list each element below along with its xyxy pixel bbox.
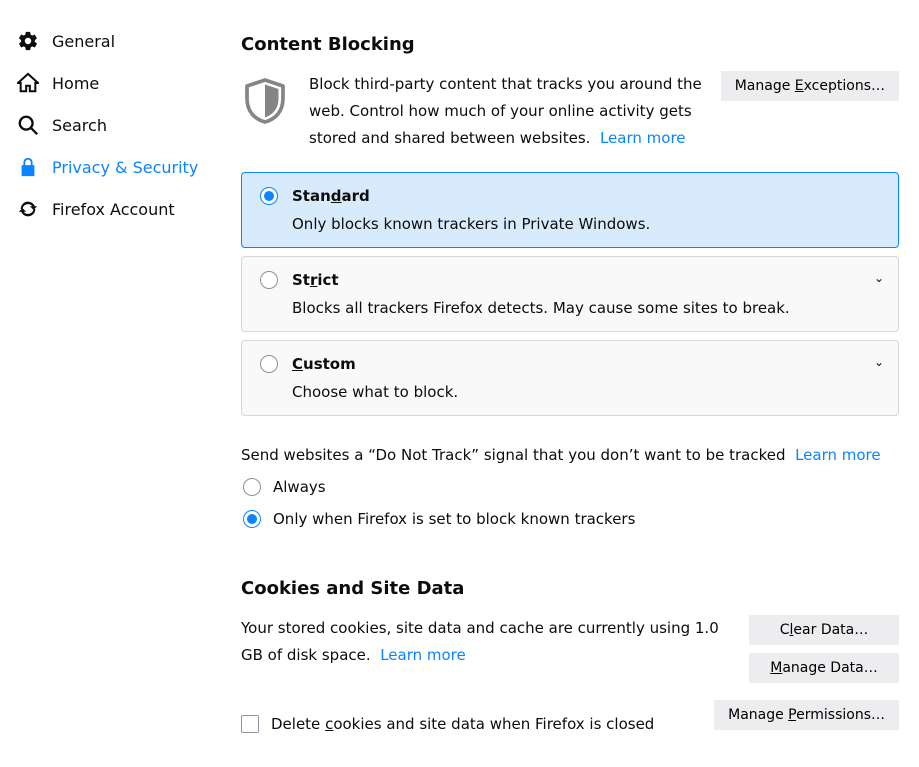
- dnt-option-label: Only when Firefox is set to block known …: [273, 510, 635, 528]
- search-icon: [16, 113, 40, 137]
- sidebar-item-search[interactable]: Search: [0, 104, 215, 146]
- do-not-track-section: Send websites a “Do Not Track” signal th…: [241, 446, 899, 528]
- cookies-description: Your stored cookies, site data and cache…: [241, 615, 729, 669]
- content-blocking-option-standard[interactable]: Standard Only blocks known trackers in Pr…: [241, 172, 899, 248]
- radio-icon[interactable]: [260, 271, 278, 289]
- sidebar-item-label: Privacy & Security: [52, 158, 198, 177]
- option-title: Custom: [292, 355, 356, 373]
- sidebar-item-label: Search: [52, 116, 107, 135]
- content-blocking-learn-more-link[interactable]: Learn more: [600, 129, 686, 147]
- dnt-description: Send websites a “Do Not Track” signal th…: [241, 446, 899, 464]
- cookies-site-data-section: Cookies and Site Data Your stored cookie…: [241, 578, 899, 733]
- dnt-learn-more-link[interactable]: Learn more: [795, 446, 881, 464]
- content-blocking-header: Block third-party content that tracks yo…: [241, 71, 899, 152]
- chevron-down-icon: ⌄: [874, 271, 884, 285]
- manage-permissions-button[interactable]: Manage Permissions…: [714, 700, 899, 730]
- cookies-learn-more-link[interactable]: Learn more: [380, 646, 466, 664]
- radio-icon[interactable]: [260, 187, 278, 205]
- content-blocking-option-strict[interactable]: Strict ⌄ Blocks all trackers Firefox detec…: [241, 256, 899, 332]
- cookies-title: Cookies and Site Data: [241, 578, 899, 599]
- radio-icon[interactable]: [243, 510, 261, 528]
- sidebar-item-label: Firefox Account: [52, 200, 175, 219]
- chevron-down-icon: ⌄: [874, 355, 884, 369]
- option-description: Only blocks known trackers in Private Wi…: [292, 215, 880, 233]
- sidebar-item-home[interactable]: Home: [0, 62, 215, 104]
- radio-icon[interactable]: [243, 478, 261, 496]
- manage-data-button[interactable]: Manage Data…: [749, 653, 899, 683]
- sync-icon: [16, 197, 40, 221]
- sidebar-item-general[interactable]: General: [0, 20, 215, 62]
- checkbox-icon[interactable]: [241, 715, 259, 733]
- dnt-radio-row[interactable]: Only when Firefox is set to block known …: [241, 510, 899, 528]
- content-blocking-title: Content Blocking: [241, 34, 899, 55]
- option-description: Blocks all trackers Firefox detects. May…: [292, 299, 880, 317]
- settings-main: Content Blocking Block third-party conte…: [215, 0, 919, 767]
- manage-exceptions-button[interactable]: Manage Exceptions…: [721, 71, 899, 101]
- option-title: Strict: [292, 271, 339, 289]
- content-blocking-options: Standard Only blocks known trackers in Pr…: [241, 172, 899, 416]
- settings-sidebar: General Home Search Privacy & Security F…: [0, 0, 215, 767]
- clear-data-button[interactable]: Clear Data…: [749, 615, 899, 645]
- sidebar-item-firefox-account[interactable]: Firefox Account: [0, 188, 215, 230]
- gear-icon: [16, 29, 40, 53]
- sidebar-item-label: General: [52, 32, 115, 51]
- content-blocking-option-custom[interactable]: Custom ⌄ Choose what to block.: [241, 340, 899, 416]
- dnt-option-label: Always: [273, 478, 326, 496]
- shield-icon: [241, 71, 291, 135]
- sidebar-item-label: Home: [52, 74, 99, 93]
- radio-icon[interactable]: [260, 355, 278, 373]
- lock-icon: [16, 155, 40, 179]
- dnt-radio-row[interactable]: Always: [241, 478, 899, 496]
- delete-cookies-label: Delete cookies and site data when Firefo…: [271, 715, 654, 733]
- content-blocking-description: Block third-party content that tracks yo…: [309, 71, 703, 152]
- sidebar-item-privacy-security[interactable]: Privacy & Security: [0, 146, 215, 188]
- option-description: Choose what to block.: [292, 383, 880, 401]
- delete-cookies-checkbox-row[interactable]: Delete cookies and site data when Firefo…: [241, 715, 654, 733]
- option-title: Standard: [292, 187, 370, 205]
- home-icon: [16, 71, 40, 95]
